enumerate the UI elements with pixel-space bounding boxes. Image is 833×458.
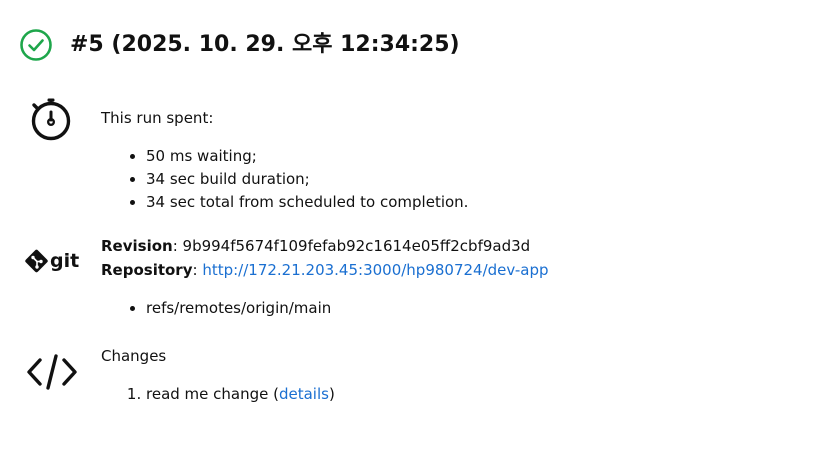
revision-value: 9b994f5674f109fefab92c1614e05ff2cbf9ad3d [182, 237, 531, 255]
branch-list: refs/remotes/origin/main [101, 297, 549, 320]
changes-body: Changes read me change (details) [101, 344, 335, 406]
svg-text:git: git [50, 250, 79, 272]
repository-link[interactable]: http://172.21.203.45:3000/hp980724/dev-a… [202, 261, 548, 279]
change-details-link[interactable]: details [279, 385, 329, 403]
change-message: read me change [146, 385, 269, 403]
scm-body: Revision: 9b994f5674f109fefab92c1614e05f… [101, 234, 549, 320]
code-brackets-icon [26, 352, 78, 392]
build-title-row: #5 (2025. 10. 29. 오후 12:34:25) [19, 28, 460, 62]
timing-body: This run spent: 50 ms waiting; 34 sec bu… [101, 106, 468, 214]
changes-heading: Changes [101, 347, 167, 365]
repository-line: Repository: http://172.21.203.45:3000/hp… [101, 261, 549, 279]
timing-heading: This run spent: [101, 109, 214, 127]
timing-list: 50 ms waiting; 34 sec build duration; 34… [101, 145, 468, 214]
list-item: 50 ms waiting; [146, 145, 468, 168]
git-logo-icon: git [24, 248, 80, 274]
stopwatch-icon [27, 94, 75, 142]
revision-line: Revision: 9b994f5674f109fefab92c1614e05f… [101, 237, 531, 255]
revision-label: Revision [101, 237, 173, 255]
repository-label: Repository [101, 261, 193, 279]
page-title: #5 (2025. 10. 29. 오후 12:34:25) [70, 32, 460, 57]
check-circle-icon [19, 28, 53, 62]
list-item: refs/remotes/origin/main [146, 297, 549, 320]
changes-list: read me change (details) [101, 383, 335, 406]
list-item: 34 sec total from scheduled to completio… [146, 191, 468, 214]
list-item: read me change (details) [146, 383, 335, 406]
list-item: 34 sec build duration; [146, 168, 468, 191]
